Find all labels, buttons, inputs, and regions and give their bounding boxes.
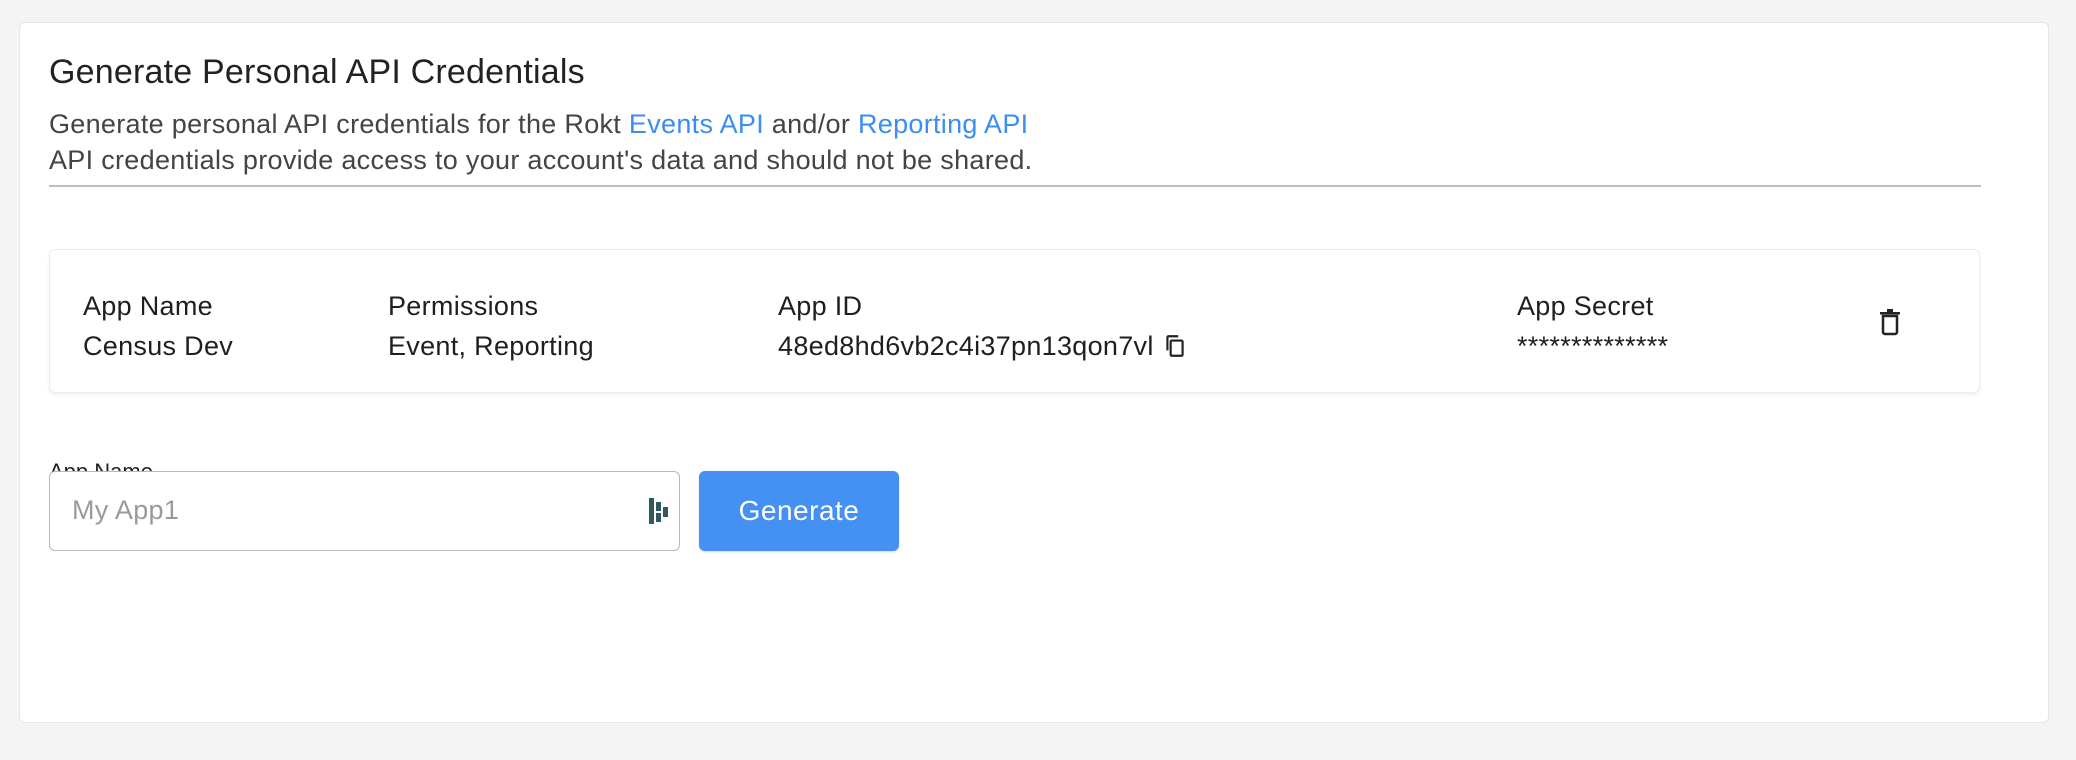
description-line-1: Generate personal API credentials for th… [49, 106, 1032, 142]
app-secret-label: App Secret [1517, 291, 1654, 321]
description-prefix: Generate personal API credentials for th… [49, 109, 629, 139]
permissions-label: Permissions [388, 291, 539, 321]
generate-button[interactable]: Generate [699, 471, 899, 551]
app-id-value: 48ed8hd6vb2c4i37pn13qon7vl [778, 331, 1154, 361]
permissions-value: Event, Reporting [388, 331, 594, 361]
app-id-label: App ID [778, 291, 863, 321]
description-middle: and/or [764, 109, 858, 139]
app-name-input[interactable] [50, 472, 632, 548]
page-description: Generate personal API credentials for th… [49, 106, 1032, 178]
app-secret-value: ************** [1517, 331, 1669, 361]
reporting-api-link[interactable]: Reporting API [858, 109, 1029, 139]
app-name-input-wrapper [49, 471, 680, 551]
permissions-column: Permissions Event, Reporting [388, 286, 594, 366]
app-name-column: App Name Census Dev [83, 286, 233, 366]
trash-icon[interactable] [1878, 308, 1902, 336]
app-name-value: Census Dev [83, 331, 234, 361]
description-line-2: API credentials provide access to your a… [49, 145, 1033, 175]
extension-icon[interactable] [647, 496, 671, 526]
app-id-row: 48ed8hd6vb2c4i37pn13qon7vl [778, 326, 1188, 366]
header-divider [49, 185, 1981, 187]
app-secret-column: App Secret ************** [1517, 286, 1668, 366]
copy-icon[interactable] [1162, 332, 1188, 360]
app-id-column: App ID 48ed8hd6vb2c4i37pn13qon7vl [778, 286, 1188, 366]
events-api-link[interactable]: Events API [629, 109, 764, 139]
app-name-label: App Name [83, 291, 213, 321]
credential-row: App Name Census Dev Permissions Event, R… [49, 249, 1980, 393]
page-title: Generate Personal API Credentials [49, 53, 585, 91]
